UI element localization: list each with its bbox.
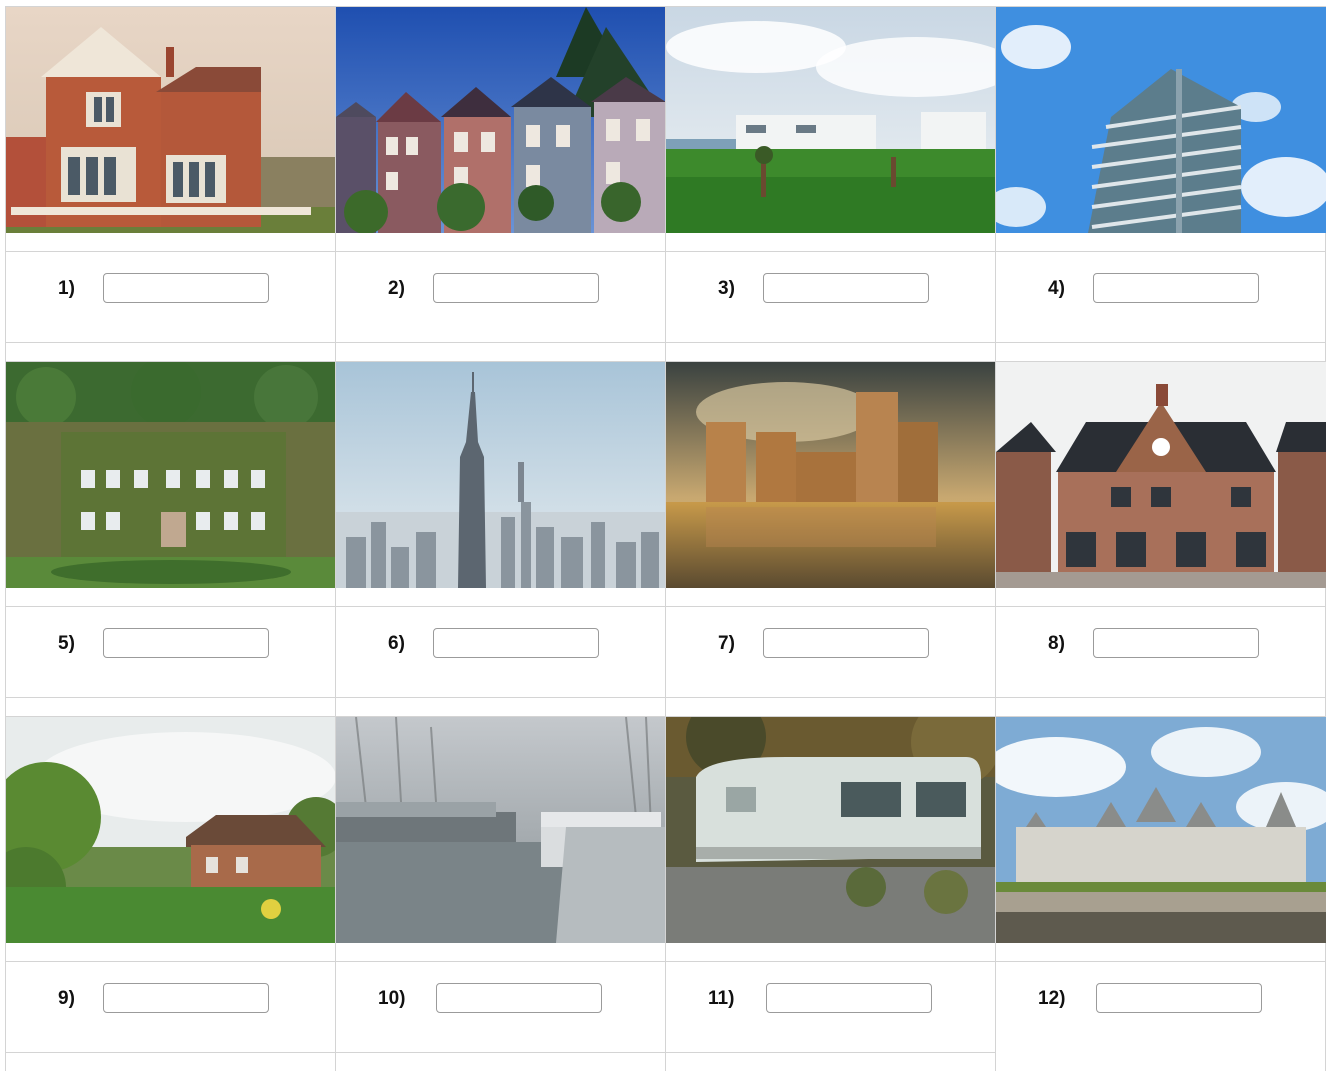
item-number: 2) bbox=[388, 278, 405, 299]
card-7: 7) bbox=[665, 361, 996, 716]
item-number: 6) bbox=[388, 633, 405, 654]
card-8: 8) bbox=[995, 361, 1326, 716]
answer-row-9: 9) bbox=[6, 961, 335, 1053]
answer-input-5[interactable] bbox=[103, 628, 269, 658]
answer-row-5: 5) bbox=[6, 606, 335, 698]
answer-row-2: 2) bbox=[336, 251, 665, 343]
answer-input-2[interactable] bbox=[433, 273, 599, 303]
answer-row-7: 7) bbox=[666, 606, 995, 698]
answer-input-6[interactable] bbox=[433, 628, 599, 658]
card-6: 6) bbox=[335, 361, 666, 716]
card-5: 5) bbox=[5, 361, 336, 716]
answer-row-12: 12) bbox=[996, 961, 1325, 1052]
answer-row-4: 4) bbox=[996, 251, 1325, 343]
caravan-photo bbox=[666, 716, 996, 943]
item-number: 5) bbox=[58, 633, 75, 654]
item-number: 7) bbox=[718, 633, 735, 654]
ivy-mansion-photo bbox=[6, 361, 336, 588]
item-number: 3) bbox=[718, 278, 735, 299]
item-number: 4) bbox=[1048, 278, 1065, 299]
answer-row-10: 10) bbox=[336, 961, 665, 1053]
answer-row-3: 3) bbox=[666, 251, 995, 343]
answer-row-1: 1) bbox=[6, 251, 335, 343]
card-1: 1) bbox=[5, 6, 336, 361]
card-3: 3) bbox=[665, 6, 996, 361]
mobile-home-park-photo bbox=[666, 6, 996, 233]
card-4: 4) bbox=[995, 6, 1326, 361]
answer-input-12[interactable] bbox=[1096, 983, 1262, 1013]
apartment-tower-photo bbox=[996, 6, 1326, 233]
castle-moat-photo bbox=[666, 361, 996, 588]
card-2: 2) bbox=[335, 6, 666, 361]
victorian-house-photo bbox=[6, 6, 336, 233]
card-12: 12) bbox=[995, 716, 1326, 1071]
skyscraper-city-photo bbox=[336, 361, 666, 588]
answer-input-1[interactable] bbox=[103, 273, 269, 303]
worksheet-grid: 1) 2) 3) 4) 5) 6) 7) 8) 9) 10) 11) 12) bbox=[5, 6, 1328, 1071]
card-11: 11) bbox=[665, 716, 996, 1071]
card-9: 9) bbox=[5, 716, 336, 1071]
brick-semi-detached-photo bbox=[996, 361, 1326, 588]
chateau-photo bbox=[996, 716, 1326, 943]
item-number: 10) bbox=[378, 988, 406, 1009]
answer-input-4[interactable] bbox=[1093, 273, 1259, 303]
item-number: 12) bbox=[1038, 988, 1066, 1009]
card-10: 10) bbox=[335, 716, 666, 1071]
item-number: 9) bbox=[58, 988, 75, 1009]
answer-input-10[interactable] bbox=[436, 983, 602, 1013]
item-number: 1) bbox=[58, 278, 75, 299]
item-number: 8) bbox=[1048, 633, 1065, 654]
answer-input-11[interactable] bbox=[766, 983, 932, 1013]
answer-row-11: 11) bbox=[666, 961, 995, 1053]
answer-row-6: 6) bbox=[336, 606, 665, 698]
item-number: 11) bbox=[708, 988, 735, 1009]
answer-input-8[interactable] bbox=[1093, 628, 1259, 658]
answer-input-9[interactable] bbox=[103, 983, 269, 1013]
answer-input-3[interactable] bbox=[763, 273, 929, 303]
painted-ladies-photo bbox=[336, 6, 666, 233]
country-cottage-photo bbox=[6, 716, 336, 943]
answer-row-8: 8) bbox=[996, 606, 1325, 698]
answer-input-7[interactable] bbox=[763, 628, 929, 658]
houseboat-canal-photo bbox=[336, 716, 666, 943]
